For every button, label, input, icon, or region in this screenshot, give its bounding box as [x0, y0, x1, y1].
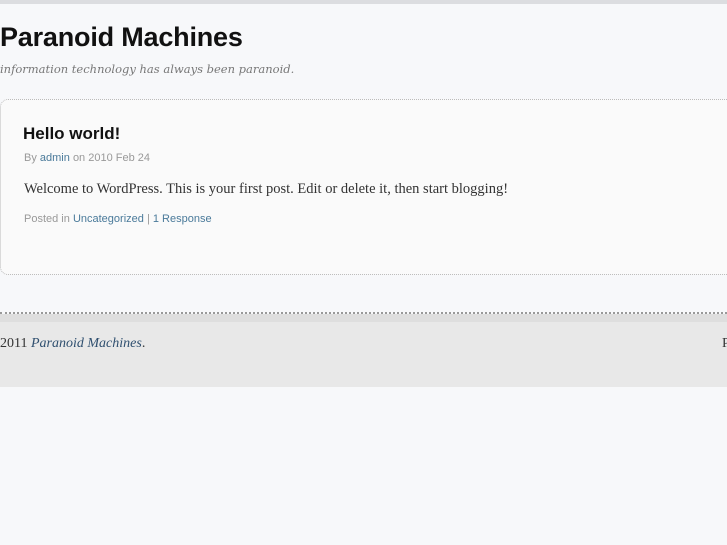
top-bar [0, 0, 727, 4]
responses-link[interactable]: 1 Response [153, 213, 212, 225]
post-content: Welcome to WordPress. This is your first… [24, 181, 509, 197]
separator: | [146, 213, 150, 225]
copyright: 2011 Paranoid Machines. [0, 336, 145, 352]
copyright-year: 2011 [0, 336, 28, 351]
footer-site-link[interactable]: Paranoid Machines [31, 336, 142, 351]
post-title[interactable]: Hello world! [23, 124, 120, 144]
author-link[interactable]: admin [40, 152, 70, 164]
footer-period: . [141, 336, 146, 351]
post-footer: Posted in Uncategorized | 1 Response [24, 213, 212, 225]
site-title[interactable]: Paranoid Machines [0, 22, 243, 53]
footer-strip [0, 314, 727, 322]
site-tagline: information technology has always been p… [0, 62, 295, 76]
post-meta: By admin on 2010 Feb 24 [24, 152, 150, 164]
by-label: By [24, 152, 37, 164]
post-date: on 2010 Feb 24 [72, 152, 151, 164]
footer [0, 322, 727, 387]
category-link[interactable]: Uncategorized [73, 213, 144, 225]
footer-right-text: P [722, 336, 727, 351]
posted-in-label: Posted in [24, 213, 70, 225]
